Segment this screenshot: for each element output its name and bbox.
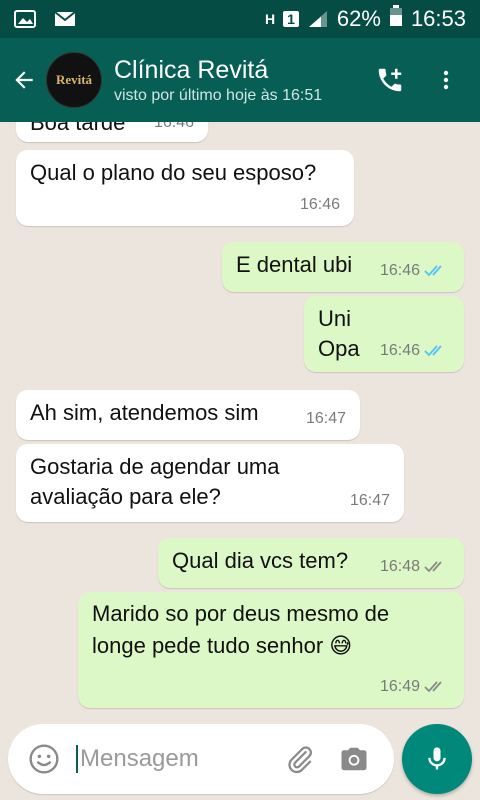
more-options-button[interactable]: [418, 52, 474, 108]
message-bubble-outgoing[interactable]: Qual dia vcs tem? 16:48: [158, 538, 464, 588]
last-seen: visto por último hoje às 16:51: [114, 87, 323, 104]
composer: [0, 722, 480, 800]
message-text-line: Gostaria de agendar uma: [30, 454, 280, 479]
message-input[interactable]: [76, 745, 266, 773]
emoji-icon: [29, 744, 59, 774]
message-text-line: Uni: [318, 306, 352, 331]
message-time: 16:47: [305, 410, 346, 427]
back-button[interactable]: [2, 58, 46, 102]
network-type: H: [264, 11, 276, 27]
message-bubble-incoming[interactable]: Qual o plano do seu esposo? 16:46: [16, 150, 354, 226]
avatar-logo-text: Revitá: [55, 72, 93, 87]
message-time: 16:48: [379, 558, 420, 575]
message-time: 16:49: [379, 678, 420, 695]
message-bubble-incoming[interactable]: Gostaria de agendar uma avaliação para e…: [16, 444, 404, 522]
read-ticks-icon: [424, 345, 442, 357]
more-vert-icon: [443, 70, 449, 90]
voice-message-button[interactable]: [402, 724, 472, 794]
message-time: 16:46: [299, 196, 340, 213]
camera-button[interactable]: [330, 735, 378, 783]
contact-name: Clínica Revitá: [114, 56, 269, 84]
add-call-icon: [378, 68, 402, 92]
message-text-line: longe pede tudo senhor 😅: [92, 633, 353, 658]
message-text-line: Marido so por deus mesmo de: [92, 601, 390, 626]
avatar[interactable]: Revitá: [46, 52, 102, 108]
back-arrow-icon: [15, 71, 33, 89]
message-time: 16:46: [153, 122, 194, 131]
message-time: 16:47: [349, 492, 390, 509]
message-time: 16:46: [379, 262, 420, 279]
delivered-ticks-icon: [424, 681, 442, 693]
add-call-button[interactable]: [362, 52, 418, 108]
battery-percent: 62%: [336, 6, 381, 31]
attach-button[interactable]: [276, 735, 324, 783]
gallery-icon: [14, 9, 36, 29]
sim-indicator: 1: [283, 11, 299, 27]
message-text: Qual dia vcs tem?: [172, 548, 349, 573]
delivered-ticks-icon: [424, 561, 442, 573]
message-bubble-outgoing[interactable]: Uni Opa 16:46: [304, 296, 464, 372]
message-text: Qual o plano do seu esposo?: [30, 160, 317, 185]
message-bubble-outgoing[interactable]: Marido so por deus mesmo de longe pede t…: [78, 592, 464, 708]
contact-info[interactable]: Clínica Revitá visto por último hoje às …: [114, 55, 362, 105]
message-text-line: avaliação para ele?: [30, 484, 221, 509]
message-text: Boa tarde: [30, 122, 126, 135]
message-bubble-outgoing[interactable]: E dental ubi 16:46: [222, 242, 464, 292]
read-ticks-icon: [424, 265, 442, 277]
message-text: Ah sim, atendemos sim: [30, 400, 259, 425]
clock: 16:53: [410, 6, 466, 31]
message-time: 16:46: [379, 342, 420, 359]
message-field: [8, 724, 394, 794]
message-text: E dental ubi: [236, 252, 353, 277]
attach-icon: [288, 746, 312, 774]
battery-icon: [389, 5, 403, 33]
message-bubble-incoming[interactable]: Ah sim, atendemos sim 16:47: [16, 390, 360, 440]
email-icon: [54, 9, 76, 29]
emoji-button[interactable]: [18, 733, 70, 785]
message-bubble-incoming[interactable]: Boa tarde 16:46: [16, 122, 208, 142]
status-bar: H 1 62% 16:53: [0, 0, 480, 38]
mic-icon: [428, 747, 446, 770]
signal-icon: [307, 9, 329, 29]
camera-icon: [341, 747, 367, 771]
message-list[interactable]: Boa tarde 16:46 Qual o plano do seu espo…: [0, 122, 480, 722]
chat-header: Revitá Clínica Revitá visto por último h…: [0, 38, 480, 122]
